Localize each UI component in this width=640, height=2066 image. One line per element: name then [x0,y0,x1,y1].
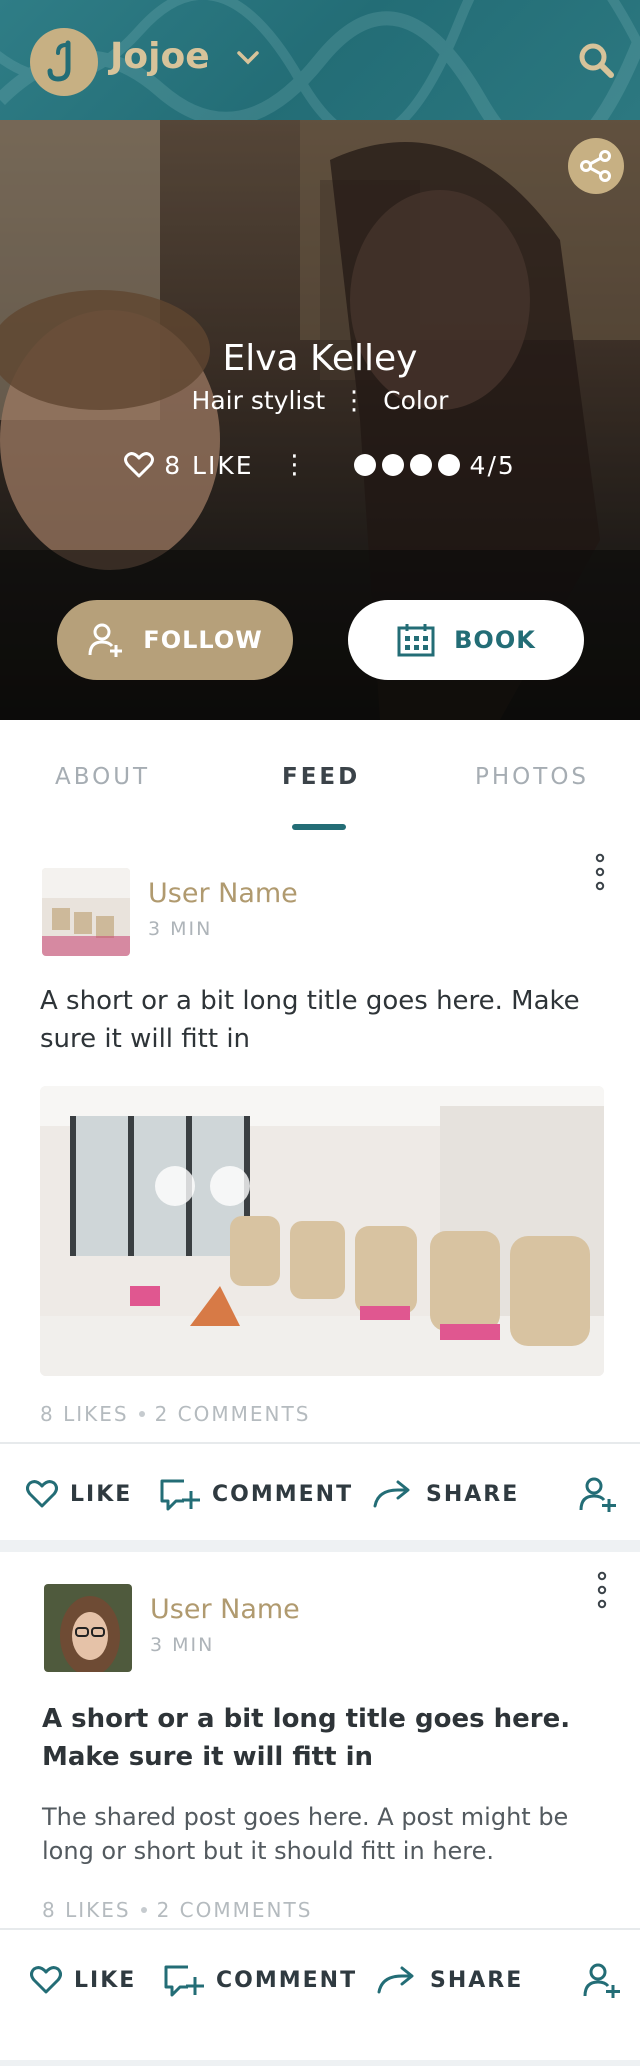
post-actions: LIKE COMMENT SHARE [0,1930,640,2030]
share-nodes-icon [580,150,611,182]
share-button[interactable]: SHARE [372,1479,519,1509]
share-profile-button[interactable] [568,138,624,194]
rating-dot [381,454,404,476]
avatar[interactable] [42,868,130,956]
share-label: SHARE [426,1481,520,1507]
heart-icon [26,1480,58,1508]
app-logo[interactable] [30,28,98,96]
comment-label: COMMENT [216,1967,358,1993]
rating-dot [353,454,376,476]
rating-dots [353,454,460,476]
avatar-image [42,868,130,956]
book-button[interactable]: BOOK [348,600,584,680]
stylist-name: Elva Kelley [222,338,418,379]
comment-label: COMMENT [212,1481,354,1507]
search-icon[interactable] [576,40,616,80]
more-options-icon[interactable] [592,852,608,892]
like-label: LIKE [70,1481,133,1507]
like-button[interactable]: LIKE [30,1965,136,1995]
rating-dot [409,454,432,476]
vertical-dots-separator: ⋮ [341,385,368,416]
share-arrow-icon [377,1966,414,1994]
profile-tabs: ABOUT FEED PHOTOS [0,720,640,830]
stylist-stats-row: 8 LIKE ⋮ 4/5 [0,450,640,480]
post-body: The shared post goes here. A post might … [42,1803,569,1865]
post-title[interactable]: A short or a bit long title goes here. M… [40,982,600,1058]
bullet-separator [138,1411,145,1417]
profile-hero: Elva Kelley Hair stylist ⋮ Color 8 LIKE … [0,120,640,720]
comment-icon [160,1479,200,1511]
bullet-separator [140,1907,147,1913]
post-user-name[interactable]: User Name [150,1594,300,1625]
post-likes-count[interactable]: 8 LIKES [42,1898,131,1922]
heart-icon[interactable] [124,451,155,479]
like-label: LIKE [74,1967,137,1993]
stylist-role: Hair stylist [191,386,326,415]
tab-feed[interactable]: FEED [282,764,360,790]
heart-icon [30,1966,62,1994]
app-brand-name[interactable]: Jojoe [110,36,210,77]
post-time: 3 MIN [148,918,213,940]
avatar-image [44,1584,132,1672]
rating-dot [437,454,460,476]
feed-post: User Name 3 MIN A short or a bit long ti… [0,830,640,1540]
post-comments-count[interactable]: 2 COMMENTS [155,1402,311,1426]
share-button[interactable]: SHARE [376,1965,523,1995]
post-meta: 8 LIKES 2 COMMENTS [40,1402,310,1426]
post-meta: 8 LIKES 2 COMMENTS [42,1898,312,1922]
salon-photo [40,1086,604,1376]
post-actions: LIKE COMMENT SHARE [0,1444,640,1544]
post-image[interactable] [40,1086,604,1376]
tab-about[interactable]: ABOUT [55,764,150,790]
comment-button[interactable]: COMMENT [162,1963,357,1997]
stylist-role-row: Hair stylist ⋮ Color [0,386,640,415]
add-user-icon[interactable] [582,1960,622,2000]
rating-score: 4/5 [469,450,516,480]
logo-mark-icon [47,40,71,82]
more-options-icon[interactable] [594,1570,610,1610]
avatar[interactable] [44,1584,132,1672]
follow-button[interactable]: FOLLOW [57,600,293,680]
post-title[interactable]: A short or a bit long title goes here. M… [42,1700,602,1776]
post-time: 3 MIN [150,1634,215,1656]
calendar-icon [397,624,435,657]
share-label: SHARE [430,1967,524,1993]
like-button[interactable]: LIKE [26,1479,132,1509]
share-arrow-icon [373,1480,410,1508]
tab-photos[interactable]: PHOTOS [475,764,589,790]
vertical-dots-separator: ⋮ [281,450,310,480]
post-likes-count[interactable]: 8 LIKES [40,1402,129,1426]
post-comments-count[interactable]: 2 COMMENTS [157,1898,313,1922]
app-header: Jojoe [0,0,640,120]
follow-button-label: FOLLOW [143,626,263,654]
add-user-icon[interactable] [578,1474,618,1514]
likes-count: 8 LIKE [164,450,254,480]
stylist-specialty: Color [383,386,449,415]
comment-button[interactable]: COMMENT [158,1477,353,1511]
comment-icon [164,1965,204,1997]
feed-post: User Name 3 MIN A short or a bit long ti… [0,1552,640,2060]
chevron-down-icon[interactable] [236,50,260,66]
post-user-name[interactable]: User Name [148,878,298,909]
book-button-label: BOOK [454,626,536,654]
add-user-icon [88,623,123,657]
